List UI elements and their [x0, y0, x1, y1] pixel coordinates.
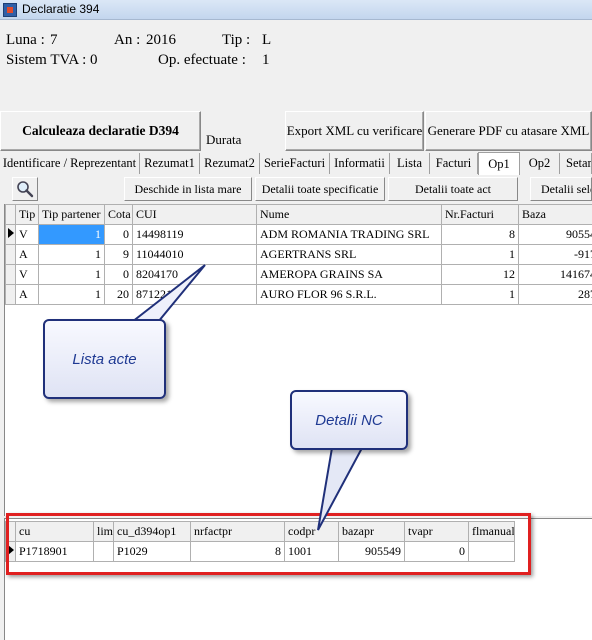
action-bar: Calculeaza declaratie D394 Durata Export… — [0, 110, 592, 154]
details-spec-button[interactable]: Detalii toate specificatie — [255, 177, 385, 201]
title-bar: Declaratie 394 — [0, 0, 592, 20]
cell[interactable]: 0 — [104, 264, 133, 285]
cell[interactable]: AGERTRANS SRL — [256, 244, 442, 265]
durata-label: Durata — [206, 132, 242, 147]
cell[interactable]: 1416745 — [518, 264, 592, 285]
cell[interactable]: 1 — [38, 264, 105, 285]
cell[interactable]: V — [15, 264, 39, 285]
current-row-arrow-icon — [5, 224, 16, 245]
info-panel: Luna : 7 An : 2016 Tip : L Sistem TVA : … — [0, 20, 592, 110]
acts-grid: Tip Tip partener Cota CUI Nume Nr.Factur… — [5, 204, 592, 305]
tab-rezumat2[interactable]: Rezumat2 — [200, 153, 260, 174]
col-nume[interactable]: Nume — [256, 204, 442, 225]
op-efectuate-label: Op. efectuate : — [158, 52, 246, 68]
row-indicator-header — [5, 204, 16, 225]
col-nr-facturi[interactable]: Nr.Facturi — [441, 204, 519, 225]
col-cota[interactable]: Cota — [104, 204, 133, 225]
tip-label: Tip : — [222, 32, 251, 48]
col-cui[interactable]: CUI — [132, 204, 257, 225]
cell[interactable]: A — [15, 284, 39, 305]
tip-value: L — [262, 32, 272, 48]
row-indicator — [5, 264, 16, 285]
col-tip-partener[interactable]: Tip partener — [38, 204, 105, 225]
cell[interactable]: 14498119 — [132, 224, 257, 245]
cell[interactable]: AMEROPA GRAINS SA — [256, 264, 442, 285]
cell[interactable]: 1 — [38, 284, 105, 305]
cell[interactable]: 9 — [104, 244, 133, 265]
cell[interactable]: 12 — [441, 264, 519, 285]
table-row[interactable]: V 1 0 8204170 AMEROPA GRAINS SA 12 14167… — [5, 264, 592, 285]
table-row[interactable]: A 1 20 8712218 AURO FLOR 96 S.R.L. 1 287… — [5, 284, 592, 305]
cell[interactable]: AURO FLOR 96 S.R.L. — [256, 284, 442, 305]
cell-selected[interactable]: 1 — [38, 224, 105, 245]
export-xml-button[interactable]: Export XML cu verificare — [285, 111, 424, 151]
cell[interactable]: 8 — [441, 224, 519, 245]
toolbar: Deschide in lista mare Detalii toate spe… — [0, 175, 592, 203]
cell[interactable]: 1 — [441, 284, 519, 305]
cell[interactable]: A — [15, 244, 39, 265]
op-efectuate-value: 1 — [262, 52, 270, 68]
cell[interactable]: 1 — [38, 244, 105, 265]
cell[interactable]: 8712218 — [132, 284, 257, 305]
cell[interactable]: 20 — [104, 284, 133, 305]
calculate-d394-button[interactable]: Calculeaza declaratie D394 — [0, 111, 201, 151]
window-title: Declaratie 394 — [22, 2, 100, 16]
an-label: An : — [114, 32, 141, 48]
luna-label: Luna : — [6, 32, 45, 48]
tab-op1[interactable]: Op1 — [478, 152, 520, 175]
magnifier-icon — [17, 181, 34, 198]
sistem-tva-label: Sistem TVA : — [6, 52, 87, 68]
tab-seriefacturi[interactable]: SerieFacturi — [260, 153, 330, 174]
details-act-button[interactable]: Detalii toate act — [388, 177, 518, 201]
luna-value: 7 — [50, 32, 58, 48]
an-value: 2016 — [146, 32, 176, 48]
row-indicator — [5, 244, 16, 265]
sistem-tva-value: 0 — [90, 52, 98, 68]
tab-setari[interactable]: Setari — [560, 153, 592, 174]
row-indicator — [5, 284, 16, 305]
cell[interactable]: 905549 — [518, 224, 592, 245]
tab-op2[interactable]: Op2 — [520, 153, 560, 174]
generate-pdf-button[interactable]: Generare PDF cu atasare XML — [425, 111, 592, 151]
cell[interactable]: 8204170 — [132, 264, 257, 285]
col-tip[interactable]: Tip — [15, 204, 39, 225]
search-button[interactable] — [12, 177, 38, 201]
tab-informatii[interactable]: Informatii — [330, 153, 390, 174]
table-row[interactable]: A 1 9 11044010 AGERTRANS SRL 1 -9174 — [5, 244, 592, 265]
cell[interactable]: V — [15, 224, 39, 245]
col-baza[interactable]: Baza — [518, 204, 592, 225]
cell[interactable]: -9174 — [518, 244, 592, 265]
tab-lista[interactable]: Lista — [390, 153, 430, 174]
cell[interactable]: 1 — [441, 244, 519, 265]
cell[interactable]: 2873 — [518, 284, 592, 305]
tab-identificare[interactable]: Identificare / Reprezentant — [0, 153, 140, 174]
lista-acte-callout: Lista acte — [43, 319, 166, 399]
tab-strip: Identificare / Reprezentant Rezumat1 Rez… — [0, 152, 592, 175]
details-selection-button[interactable]: Detalii selectie — [530, 177, 592, 201]
cell[interactable]: ADM ROMANIA TRADING SRL — [256, 224, 442, 245]
cell[interactable]: 0 — [104, 224, 133, 245]
tab-facturi[interactable]: Facturi — [430, 153, 478, 174]
tab-rezumat1[interactable]: Rezumat1 — [140, 153, 200, 174]
cell[interactable]: 11044010 — [132, 244, 257, 265]
acts-grid-header: Tip Tip partener Cota CUI Nume Nr.Factur… — [5, 204, 592, 225]
detalii-nc-callout: Detalii NC — [290, 390, 408, 450]
open-list-button[interactable]: Deschide in lista mare — [124, 177, 252, 201]
details-highlight-frame — [6, 513, 531, 575]
table-row[interactable]: V 1 0 14498119 ADM ROMANIA TRADING SRL 8… — [5, 224, 592, 245]
app-icon — [3, 3, 17, 17]
